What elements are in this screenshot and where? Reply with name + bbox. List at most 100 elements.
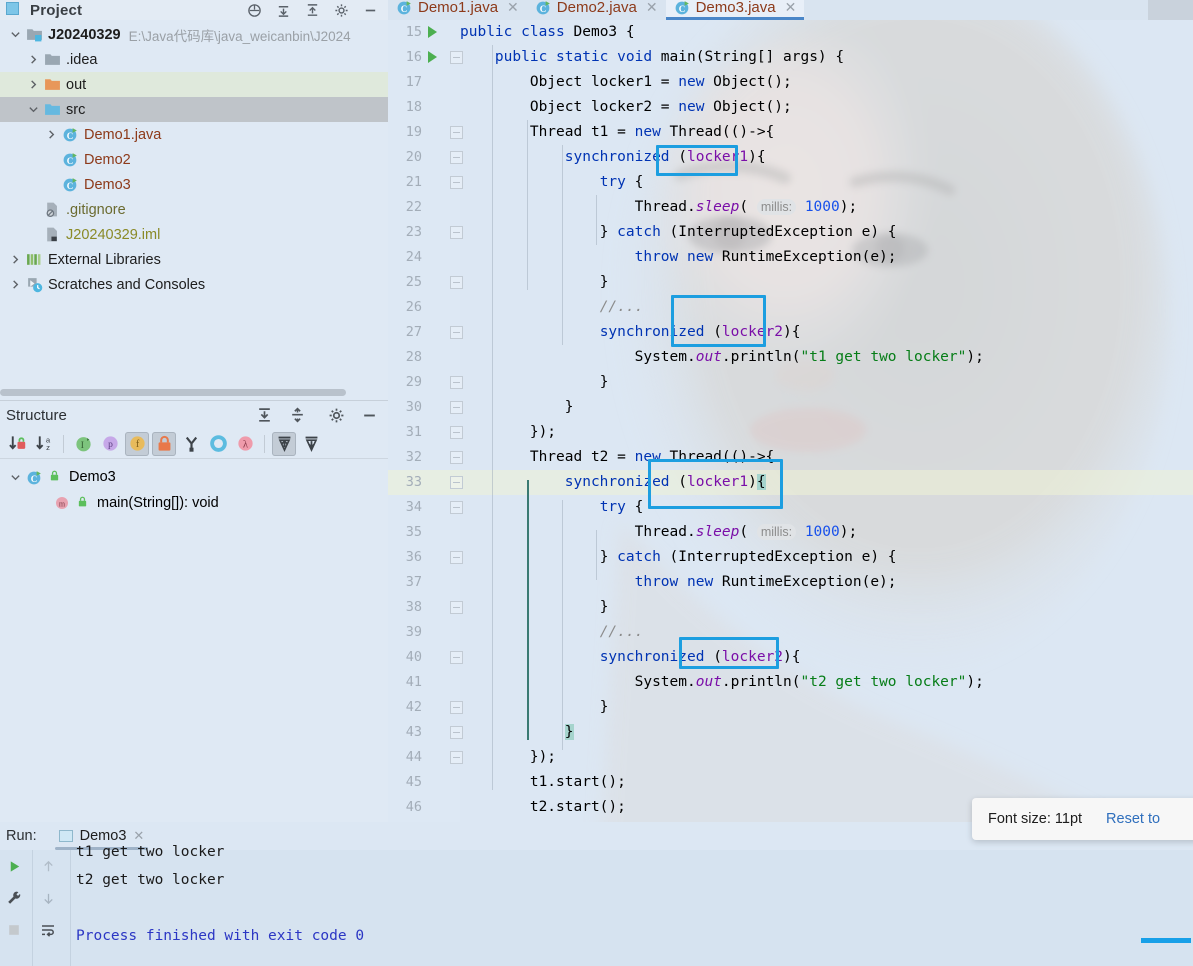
- collapse-target-icon[interactable]: [247, 3, 262, 18]
- code-line[interactable]: 26 //...: [388, 295, 1193, 320]
- code-line[interactable]: 44 });: [388, 745, 1193, 770]
- code-line[interactable]: 17 Object locker1 = new Object();: [388, 70, 1193, 95]
- close-icon[interactable]: ✕: [507, 0, 519, 16]
- code-line[interactable]: 35 Thread.sleep( millis: 1000);: [388, 520, 1193, 545]
- code-line[interactable]: 39 //...: [388, 620, 1193, 645]
- structure-tree-item[interactable]: C Demo3: [0, 464, 388, 490]
- divider: [70, 850, 71, 966]
- run-gutter-icon[interactable]: [428, 51, 437, 63]
- show-properties-icon[interactable]: p: [98, 432, 122, 456]
- code-line[interactable]: 38 }: [388, 595, 1193, 620]
- tree-twisty-icon[interactable]: [42, 129, 60, 140]
- show-anonymous-classes-icon[interactable]: [179, 432, 203, 456]
- code-line[interactable]: 20 synchronized (locker1){: [388, 145, 1193, 170]
- code-line[interactable]: 43 }: [388, 720, 1193, 745]
- code-line[interactable]: 32 Thread t2 = new Thread(()->{: [388, 445, 1193, 470]
- expand-all-icon[interactable]: [305, 3, 320, 18]
- collapse-all-icon[interactable]: [289, 406, 306, 424]
- tree-twisty-icon[interactable]: [6, 472, 24, 483]
- sort-alphabetically-icon[interactable]: az: [32, 432, 56, 456]
- editor-tab[interactable]: C Demo3.java ✕: [665, 0, 805, 20]
- code-editor[interactable]: 15 public class Demo3 {16 public static v…: [388, 20, 1193, 822]
- tree-twisty-icon[interactable]: [6, 254, 24, 265]
- soft-wrap-button[interactable]: [34, 914, 62, 946]
- settings-gear-icon[interactable]: [334, 3, 349, 18]
- show-non-public-icon[interactable]: [152, 431, 176, 456]
- toolbar-separator: [63, 434, 64, 453]
- project-tree-item[interactable]: C Demo2: [0, 147, 388, 172]
- code-line[interactable]: 16 public static void main(String[] args…: [388, 45, 1193, 70]
- show-inherited-icon[interactable]: I: [71, 432, 95, 456]
- code-line[interactable]: 42 }: [388, 695, 1193, 720]
- rerun-button[interactable]: [0, 850, 28, 882]
- close-icon[interactable]: ✕: [646, 0, 658, 16]
- close-icon[interactable]: ✕: [785, 0, 797, 16]
- font-size-slider[interactable]: [1141, 938, 1191, 943]
- settings-wrench-button[interactable]: [0, 882, 28, 914]
- tree-twisty-icon[interactable]: [24, 54, 42, 65]
- code-line[interactable]: 29 }: [388, 370, 1193, 395]
- svg-text:λ: λ: [242, 438, 248, 450]
- console-output[interactable]: t1 get two locker t2 get two locker Proce…: [76, 838, 1193, 954]
- code-line[interactable]: 15 public class Demo3 {: [388, 20, 1193, 45]
- code-line[interactable]: 31 });: [388, 420, 1193, 445]
- code-line[interactable]: 34 try {: [388, 495, 1193, 520]
- project-tree-item[interactable]: Scratches and Consoles: [0, 272, 388, 297]
- code-line[interactable]: 41 System.out.println("t2 get two locker…: [388, 670, 1193, 695]
- tree-twisty-icon[interactable]: [6, 29, 24, 40]
- hide-panel-icon[interactable]: [363, 3, 378, 18]
- tree-twisty-icon[interactable]: [6, 279, 24, 290]
- code-line[interactable]: 28 System.out.println("t1 get two locker…: [388, 345, 1193, 370]
- line-number: 33: [405, 474, 422, 490]
- line-number: 42: [405, 699, 422, 715]
- project-tree-item[interactable]: .idea: [0, 47, 388, 72]
- project-tree-item[interactable]: C Demo1.java: [0, 122, 388, 147]
- collapse-all-icon[interactable]: [276, 3, 291, 18]
- code-line[interactable]: 33 synchronized (locker1){: [388, 470, 1193, 495]
- show-lambdas-icon[interactable]: λ: [233, 432, 257, 456]
- code-line[interactable]: 21 try {: [388, 170, 1193, 195]
- scroll-down-button[interactable]: [34, 882, 62, 914]
- svg-text:C: C: [401, 3, 408, 13]
- code-line[interactable]: 23 } catch (InterruptedException e) {: [388, 220, 1193, 245]
- project-tree-item[interactable]: J20240329.iml: [0, 222, 388, 247]
- autoscroll-from-source-icon[interactable]: [272, 431, 296, 456]
- run-gutter-icon[interactable]: [428, 26, 437, 38]
- scrollbar-thumb[interactable]: [0, 389, 346, 396]
- code-line[interactable]: 25 }: [388, 270, 1193, 295]
- project-tree-item[interactable]: .gitignore: [0, 197, 388, 222]
- code-line[interactable]: 37 throw new RuntimeException(e);: [388, 570, 1193, 595]
- project-tree-item[interactable]: C Demo3: [0, 172, 388, 197]
- tree-twisty-icon[interactable]: [24, 79, 42, 90]
- show-fields-icon[interactable]: f: [125, 431, 149, 456]
- expand-all-icon[interactable]: [256, 407, 273, 424]
- code-line[interactable]: 45 t1.start();: [388, 770, 1193, 795]
- editor-tab[interactable]: C Demo1.java ✕: [388, 0, 527, 20]
- stop-button[interactable]: [0, 914, 28, 946]
- code-line[interactable]: 40 synchronized (locker2){: [388, 645, 1193, 670]
- structure-tree-item[interactable]: m main(String[]): void: [0, 490, 388, 516]
- project-tree-item[interactable]: External Libraries: [0, 247, 388, 272]
- code-token: new: [687, 574, 722, 590]
- scroll-up-button[interactable]: [34, 850, 62, 882]
- editor-tab[interactable]: C Demo2.java ✕: [527, 0, 666, 20]
- project-tree-item[interactable]: src: [0, 97, 388, 122]
- project-tree-item[interactable]: J20240329 E:\Java代码库\java_weicanbin\J2024: [0, 22, 388, 47]
- project-tree-item[interactable]: out: [0, 72, 388, 97]
- sort-by-visibility-icon[interactable]: [5, 432, 29, 456]
- code-line[interactable]: 24 throw new RuntimeException(e);: [388, 245, 1193, 270]
- autoscroll-to-source-icon[interactable]: [206, 432, 230, 456]
- hide-panel-icon[interactable]: [361, 407, 378, 424]
- tree-twisty-icon[interactable]: [24, 104, 42, 115]
- project-tree-hscrollbar[interactable]: [0, 388, 388, 398]
- code-line[interactable]: 19 Thread t1 = new Thread(()->{: [388, 120, 1193, 145]
- code-line[interactable]: 36 } catch (InterruptedException e) {: [388, 545, 1193, 570]
- settings-gear-icon[interactable]: [328, 407, 345, 424]
- scroll-to-icon[interactable]: [299, 432, 323, 456]
- code-line[interactable]: 18 Object locker2 = new Object();: [388, 95, 1193, 120]
- reset-font-size-link[interactable]: Reset to: [1106, 811, 1160, 827]
- code-text: });: [460, 420, 556, 445]
- code-line[interactable]: 22 Thread.sleep( millis: 1000);: [388, 195, 1193, 220]
- code-line[interactable]: 27 synchronized (locker2){: [388, 320, 1193, 345]
- code-line[interactable]: 30 }: [388, 395, 1193, 420]
